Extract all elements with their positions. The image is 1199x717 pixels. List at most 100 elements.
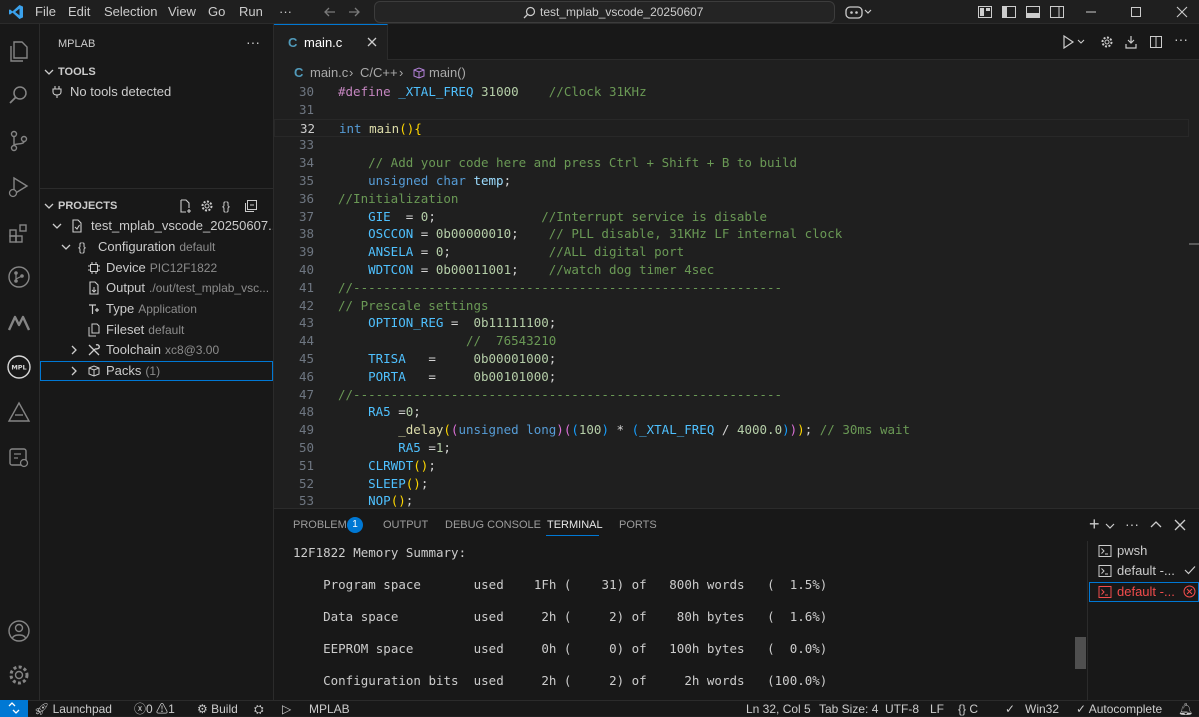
menu-file[interactable]: File bbox=[35, 4, 56, 19]
microchip-icon[interactable] bbox=[6, 310, 32, 336]
check-icon[interactable]: ✓ bbox=[1005, 702, 1015, 716]
menu-edit[interactable]: Edit bbox=[68, 4, 90, 19]
encoding[interactable]: UTF-8 bbox=[885, 702, 919, 716]
tab-terminal[interactable]: TERMINAL bbox=[547, 519, 603, 531]
download-icon[interactable] bbox=[1124, 35, 1138, 49]
editor-more-icon[interactable]: ··· bbox=[1174, 31, 1188, 47]
code-line[interactable]: 34 // Add your code here and press Ctrl … bbox=[274, 154, 1189, 172]
menu-selection[interactable]: Selection bbox=[104, 4, 157, 19]
code-line[interactable]: 38 OSCCON = 0b00000010; // PLL disable, … bbox=[274, 225, 1189, 243]
build-item[interactable]: ⚙ Build bbox=[197, 702, 238, 716]
menu-more[interactable]: ··· bbox=[279, 4, 292, 19]
explorer-icon[interactable] bbox=[6, 38, 32, 64]
editor-gear-icon[interactable] bbox=[1100, 35, 1114, 49]
code-line[interactable]: 37 GIE = 0; //Interrupt service is disab… bbox=[274, 208, 1189, 226]
platform[interactable]: Win32 bbox=[1025, 702, 1059, 716]
code-editor[interactable]: 30 #define _XTAL_FREQ 31000 //Clock 31KHz… bbox=[274, 83, 1199, 508]
source-control-icon[interactable] bbox=[6, 128, 32, 154]
toggle-sidebar-icon[interactable] bbox=[1001, 4, 1017, 20]
forward-arrow-icon[interactable] bbox=[346, 4, 362, 20]
collapse-all-icon[interactable] bbox=[244, 199, 258, 213]
code-line[interactable]: 45 TRISA = 0b00001000; bbox=[274, 350, 1189, 368]
tab-output[interactable]: OUTPUT bbox=[383, 519, 428, 531]
search-view-icon[interactable] bbox=[6, 82, 32, 108]
close-window-icon[interactable] bbox=[1174, 4, 1190, 20]
copilot-icon[interactable] bbox=[845, 3, 873, 21]
menu-run[interactable]: Run bbox=[239, 4, 263, 19]
minimize-icon[interactable] bbox=[1083, 4, 1099, 20]
mplab-icon[interactable]: MPL bbox=[6, 354, 32, 380]
fileset-item[interactable]: Fileset default bbox=[40, 320, 273, 340]
code-line[interactable]: 40 WDTCON = 0b00011001; //watch dog time… bbox=[274, 261, 1189, 279]
cursor-position[interactable]: Ln 32, Col 5 bbox=[746, 702, 811, 716]
toggle-panel-icon[interactable] bbox=[1025, 4, 1041, 20]
braces-icon[interactable]: {} bbox=[222, 196, 230, 216]
chevron-down-icon[interactable] bbox=[1105, 521, 1115, 531]
toolchain-item[interactable]: Toolchain xc8@3.00 bbox=[40, 340, 273, 360]
new-terminal-plus-icon[interactable]: + bbox=[1089, 515, 1100, 533]
layout-customize-icon[interactable] bbox=[977, 4, 993, 20]
code-line[interactable]: 30 #define _XTAL_FREQ 31000 //Clock 31KHz bbox=[274, 83, 1189, 101]
code-line[interactable]: 32 int main(){ bbox=[274, 118, 1189, 137]
tab-problems[interactable]: PROBLEMS bbox=[293, 519, 354, 531]
code-line[interactable]: 44 // 76543210 bbox=[274, 332, 1189, 350]
notifications-bell-icon[interactable]: 🔔︎ bbox=[1178, 702, 1193, 716]
tab-size[interactable]: Tab Size: 4 bbox=[819, 702, 878, 716]
tab-debug-console[interactable]: DEBUG CONSOLE bbox=[445, 519, 541, 531]
end-of-line[interactable]: LF bbox=[930, 702, 944, 716]
gitlens-icon[interactable] bbox=[6, 264, 32, 290]
new-file-icon[interactable] bbox=[178, 199, 192, 213]
remote-indicator[interactable] bbox=[0, 700, 28, 717]
terminal-item-default-2[interactable]: default -... bbox=[1089, 582, 1199, 602]
panel-more-icon[interactable]: ··· bbox=[1125, 516, 1139, 532]
extensions-icon[interactable] bbox=[6, 220, 32, 246]
command-center-search[interactable]: test_mplab_vscode_20250607 bbox=[374, 1, 835, 23]
menu-view[interactable]: View bbox=[168, 4, 196, 19]
maximize-icon[interactable] bbox=[1128, 4, 1144, 20]
code-line[interactable]: 50 RA5 =1; bbox=[274, 439, 1189, 457]
mplab-status-item[interactable]: MPLAB bbox=[309, 702, 350, 716]
device-item[interactable]: Device PIC12F1822 bbox=[40, 258, 273, 278]
code-line[interactable]: 51 CLRWDT(); bbox=[274, 457, 1189, 475]
breadcrumb-language[interactable]: C/C++ bbox=[360, 65, 398, 80]
code-line[interactable]: 31 bbox=[274, 101, 1189, 119]
code-line[interactable]: 42 // Prescale settings bbox=[274, 297, 1189, 315]
code-line[interactable]: 36 //Initialization bbox=[274, 190, 1189, 208]
project-item[interactable]: test_mplab_vscode_20250607... bbox=[40, 216, 273, 236]
packs-item[interactable]: Packs (1) bbox=[40, 361, 273, 381]
code-line[interactable]: 46 PORTA = 0b00101000; bbox=[274, 368, 1189, 386]
code-configurator-icon[interactable] bbox=[6, 400, 32, 426]
sidebar-more-icon[interactable]: ··· bbox=[246, 34, 260, 50]
terminal-scrollbar[interactable] bbox=[1075, 637, 1086, 669]
menu-go[interactable]: Go bbox=[208, 4, 225, 19]
language-mode[interactable]: {} C bbox=[958, 702, 978, 716]
code-line[interactable]: 33 bbox=[274, 136, 1189, 154]
toggle-secondary-sidebar-icon[interactable] bbox=[1049, 4, 1065, 20]
projects-section-header[interactable]: PROJECTS {} bbox=[40, 196, 273, 216]
autocomplete-item[interactable]: ✓ Autocomplete bbox=[1076, 702, 1162, 716]
split-editor-icon[interactable] bbox=[1149, 35, 1163, 49]
configuration-item[interactable]: {} Configuration default bbox=[40, 237, 273, 257]
settings-gear-icon[interactable] bbox=[6, 662, 32, 688]
terminal-output[interactable]: 12F1822 Memory Summary: Program space us… bbox=[293, 545, 1073, 689]
debug-bug-icon[interactable]: ⛭ bbox=[254, 702, 264, 716]
code-line[interactable]: 41 //------------------------------------… bbox=[274, 279, 1189, 297]
launchpad-item[interactable]: 🚀︎ Launchpad bbox=[34, 702, 112, 716]
code-line[interactable]: 48 RA5 =0; bbox=[274, 403, 1189, 421]
code-line[interactable]: 49 _delay((unsigned long)((100) * (_XTAL… bbox=[274, 421, 1189, 439]
terminal-item-default-1[interactable]: default -... bbox=[1089, 561, 1199, 581]
maximize-panel-icon[interactable] bbox=[1150, 519, 1162, 531]
run-code-icon[interactable] bbox=[1062, 35, 1086, 49]
data-visualizer-icon[interactable] bbox=[6, 444, 32, 470]
code-line[interactable]: 53 NOP(); bbox=[274, 492, 1189, 508]
tab-main-c[interactable]: C main.c bbox=[274, 24, 388, 60]
account-icon[interactable] bbox=[6, 618, 32, 644]
run-debug-icon[interactable] bbox=[6, 174, 32, 200]
tab-ports[interactable]: PORTS bbox=[619, 519, 657, 531]
project-settings-gear-icon[interactable] bbox=[200, 199, 214, 213]
terminal-item-pwsh[interactable]: pwsh bbox=[1089, 541, 1199, 561]
breadcrumb-function[interactable]: main() bbox=[429, 65, 466, 80]
close-panel-icon[interactable] bbox=[1174, 519, 1186, 531]
code-line[interactable]: 47 //------------------------------------… bbox=[274, 386, 1189, 404]
problems-status-item[interactable]: ⓧ0 ⚠1 bbox=[134, 702, 175, 716]
